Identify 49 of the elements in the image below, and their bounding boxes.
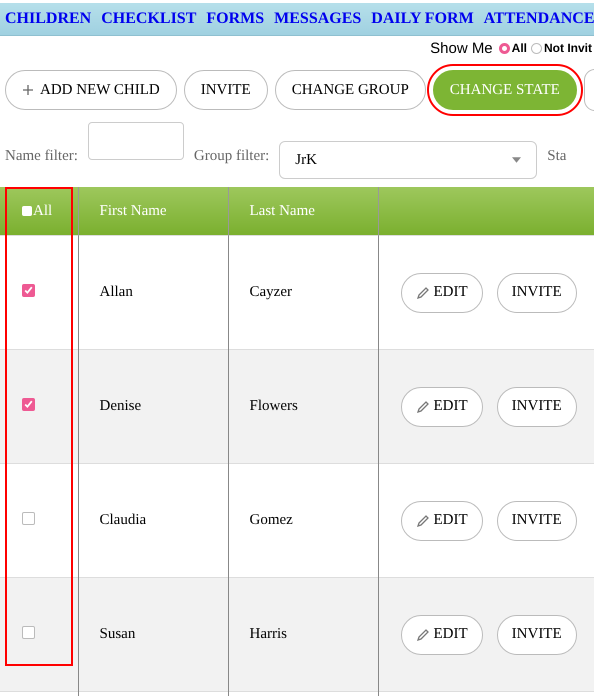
invite-button[interactable]: INVITE [496,500,577,540]
first-name-text: Denise [100,398,142,414]
first-name-text: Susan [100,626,136,642]
last-name-text: Flowers [250,398,298,414]
nav-link[interactable]: ATTENDANCE [484,10,594,28]
column-header: First Name [78,187,228,236]
edit-button[interactable]: EDIT [400,386,483,426]
radio-label: Not Invit [544,41,592,55]
radio-button[interactable] [531,42,542,54]
group-filter-label: Group filter: [194,148,270,164]
select-all-label: All [33,202,52,218]
state-filter-label: Sta [547,148,566,164]
first-name-text: Claudia [100,512,146,528]
nav-link[interactable]: MESSAGES [274,10,362,28]
row-checkbox[interactable] [22,626,35,638]
first-name-text: Allan [100,284,133,300]
edit-button[interactable]: EDIT [400,500,483,540]
name-filter-field[interactable] [88,122,184,160]
pencil-icon [416,286,430,300]
caret-icon [512,157,522,163]
show-me-label: Show Me [430,40,493,56]
name-filter-label: Name filter: [5,148,78,164]
radio-label: All [512,41,527,55]
group-filter-dropdown[interactable]: JrK [279,141,538,179]
last-name-text: Gomez [250,512,293,528]
action-button[interactable]: CHANGE GROUP [274,70,426,110]
nav-link[interactable]: CHILDREN [5,10,92,28]
action-button[interactable]: ADD NEW CHILD [5,70,177,110]
invite-button[interactable]: INVITE [496,272,577,312]
invite-button[interactable]: INVITE [496,614,577,654]
row-checkbox[interactable] [22,398,35,410]
select-all-checkbox[interactable] [22,206,32,216]
nav-link[interactable]: FORMS [206,10,264,28]
row-checkbox[interactable] [22,284,35,296]
pencil-icon [416,514,430,528]
radio-button[interactable] [498,42,510,54]
pencil-icon [416,628,430,642]
invite-button[interactable]: INVITE [496,386,577,426]
last-name-text: Harris [250,626,287,642]
last-name-text: Cayzer [250,284,292,300]
action-button[interactable]: INVITE [184,70,268,110]
column-header: Last Name [228,187,378,236]
plus-icon [22,84,34,96]
pencil-icon [416,400,430,414]
nav-link[interactable]: CHECKLIST [101,10,196,28]
nav-link[interactable]: DAILY FORM [371,10,474,28]
row-checkbox[interactable] [22,512,35,524]
edit-button[interactable]: EDIT [400,272,483,312]
edit-button[interactable]: EDIT [400,614,483,654]
